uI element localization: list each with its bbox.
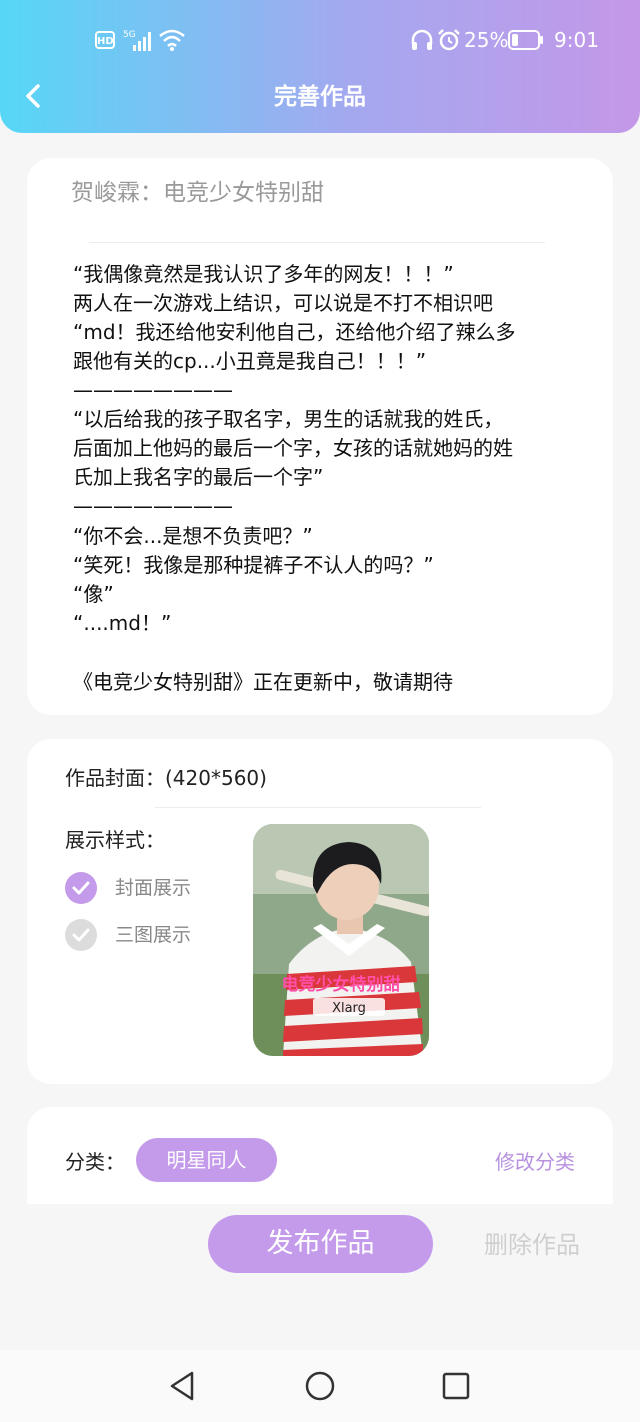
edit-category-link[interactable]: 修改分类 [495,1147,575,1177]
divider [155,807,481,808]
page-title: 完善作品 [274,84,366,110]
story-line: “笑死！我像是那种提裤子不认人的吗？” [73,553,434,577]
category-label: 分类： [65,1150,125,1174]
system-nav-bar [0,1350,640,1422]
clock: 9:01 [554,28,599,52]
cover-card: 作品封面：(420*560) 展示样式： 封面展示 三图展示 Xlarg 电竞少… [27,739,613,1084]
battery-percent: 25% [464,28,509,52]
story-line: “你不会...是想不负责吧？” [73,524,313,548]
nav-home-icon[interactable] [304,1370,336,1402]
story-line: “md！我还给他安利他自己，还给他介绍了辣么多 [73,320,516,344]
delete-button[interactable]: 删除作品 [484,1230,580,1260]
hd-icon: HD [95,31,115,49]
story-line: ———————— [73,378,233,402]
cover-image[interactable]: Xlarg 电竞少女特别甜 [253,824,429,1056]
option-label: 三图展示 [115,924,192,946]
story-line: 《电竞少女特别甜》正在更新中，敬请期待 [73,670,453,694]
header-bar: HD 5G 25% 9:01 完善作品 [0,0,640,133]
story-line: “....md！” [73,611,172,635]
cover-label: 作品封面：(420*560) [65,766,267,790]
cover-illustration: Xlarg 电竞少女特别甜 [253,824,429,1056]
svg-text:Xlarg: Xlarg [332,1001,366,1016]
nav-back-icon[interactable] [166,1370,198,1402]
display-style-label: 展示样式： [65,828,165,852]
alarm-icon [438,29,460,51]
unchecked-circle-icon[interactable] [65,919,97,951]
wifi-icon [159,29,185,51]
category-card: 分类： 明星同人 修改分类 [27,1107,613,1204]
story-line: 两人在一次游戏上结识，可以说是不打不相识吧 [73,291,493,315]
publish-button[interactable]: 发布作品 [208,1215,433,1273]
signal-icon: 5G [123,30,151,51]
story-line: “以后给我的孩子取名字，男生的话就我的姓氏， [73,407,504,431]
checked-circle-icon[interactable] [65,872,97,904]
story-line: 后面加上他妈的最后一个字，女孩的话就她妈的姓 [73,436,513,460]
story-line: “像” [73,582,114,606]
cover-overlay-text: 电竞少女特别甜 [282,974,401,995]
story-line: 氏加上我名字的最后一个字” [73,465,324,489]
option-label: 封面展示 [115,877,192,899]
network-type: 5G [123,30,136,40]
battery-icon [508,30,543,50]
headphone-icon [411,29,433,50]
category-tag[interactable]: 明星同人 [136,1138,277,1182]
divider [89,242,545,243]
story-title[interactable]: 贺峻霖：电竞少女特别甜 [71,176,324,210]
status-bar: HD 5G 25% 9:01 [0,22,640,62]
story-line: “我偶像竟然是我认识了多年的网友！！！” [73,262,454,286]
story-card: 贺峻霖：电竞少女特别甜 “我偶像竟然是我认识了多年的网友！！！” 两人在一次游戏上… [27,158,613,715]
nav-recents-icon[interactable] [440,1370,472,1402]
story-line: ———————— [73,494,233,518]
story-line: 跟他有关的cp...小丑竟是我自己！！！” [73,349,427,373]
